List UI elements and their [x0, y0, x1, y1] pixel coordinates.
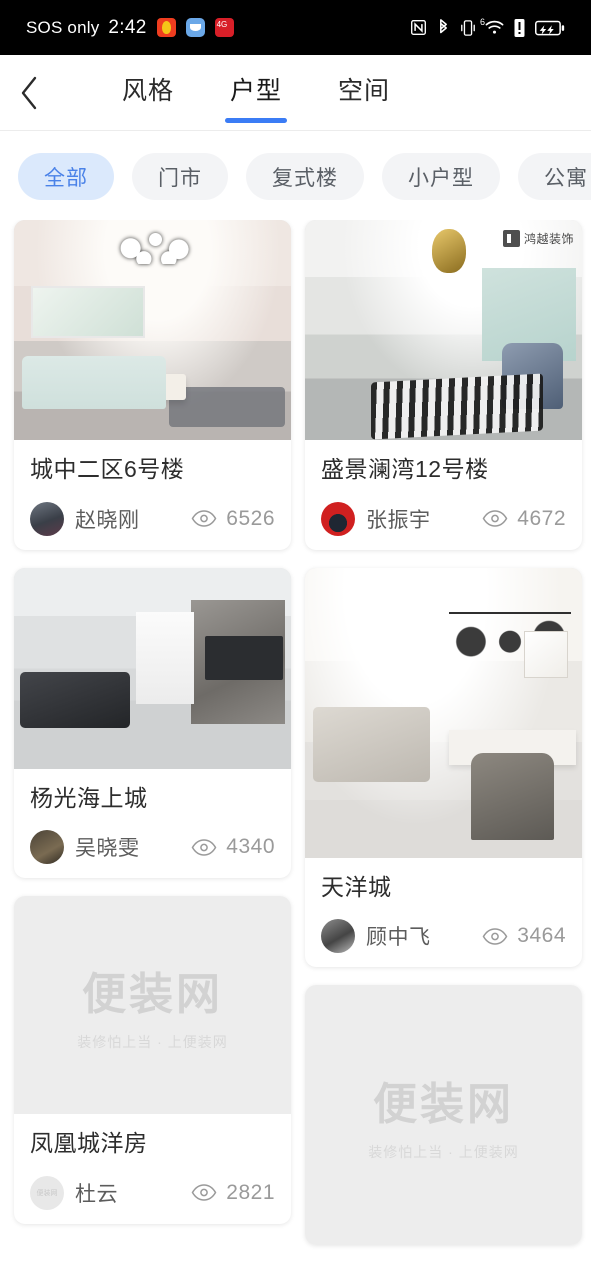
avatar	[321, 919, 355, 954]
case-title: 天洋城	[321, 873, 392, 900]
brand-mark-icon	[502, 230, 520, 247]
case-card[interactable]: 鸿越装饰 盛景澜湾12号楼 张振宇 4672	[305, 220, 582, 550]
wifi6-icon: 6	[480, 17, 504, 35]
case-title: 杨光海上城	[30, 784, 148, 811]
author-name: 张振宇	[366, 508, 431, 532]
vibrate-icon	[460, 19, 476, 37]
placeholder-logo-text: 便装网	[82, 969, 223, 1021]
case-feed[interactable]: 城中二区6号楼 赵晓刚 6526 杨光海上城 吴晓雯 4340 便装网 装修怕上…	[0, 220, 591, 1280]
author-name: 吴晓雯	[75, 837, 140, 861]
case-card[interactable]: 便装网 装修怕上当 · 上便装网	[305, 985, 582, 1246]
status-bar-left: SOS only 2:42	[26, 17, 234, 39]
view-count: 6526	[191, 507, 275, 531]
case-card-body: 城中二区6号楼 赵晓刚 6526	[14, 440, 291, 550]
eye-icon	[191, 1184, 217, 1202]
case-thumbnail[interactable]	[14, 567, 291, 769]
placeholder-slogan: 装修怕上当 · 上便装网	[368, 1144, 519, 1161]
case-meta: 张振宇 4672	[321, 501, 566, 536]
placeholder-logo-text: 便装网	[373, 1079, 514, 1131]
case-card-body: 凤凰城洋房 杜云 2821	[14, 1114, 291, 1224]
case-thumbnail[interactable]	[14, 220, 291, 440]
tab-style[interactable]: 风格	[122, 79, 174, 106]
view-count-value: 6526	[226, 506, 275, 530]
case-meta: 吴晓雯 4340	[30, 830, 275, 865]
author-name: 赵晓刚	[75, 508, 140, 532]
filter-chip-row: 全部 门市 复式楼 小户型 公寓	[0, 131, 591, 220]
case-card[interactable]: 城中二区6号楼 赵晓刚 6526	[14, 220, 291, 550]
case-author[interactable]: 吴晓雯	[30, 830, 140, 865]
avatar	[30, 830, 64, 865]
eye-icon	[482, 927, 508, 945]
case-meta: 赵晓刚 6526	[30, 501, 275, 536]
view-count-value: 2821	[226, 1180, 275, 1204]
case-author[interactable]: 顾中飞	[321, 919, 431, 954]
case-thumbnail[interactable]	[305, 567, 582, 858]
view-count: 2821	[191, 1181, 275, 1205]
eye-icon	[482, 510, 508, 527]
tab-bar: 风格 户型 空间	[122, 79, 390, 106]
case-thumbnail-placeholder[interactable]: 便装网 装修怕上当 · 上便装网	[14, 896, 291, 1115]
case-card[interactable]: 杨光海上城 吴晓雯 4340	[14, 567, 291, 879]
case-card[interactable]: 便装网 装修怕上当 · 上便装网 凤凰城洋房 杜云 2821	[14, 896, 291, 1224]
clock-label: 2:42	[108, 16, 147, 38]
filter-chip-small-unit[interactable]: 小户型	[382, 153, 500, 200]
photo-watermark: 鸿越装饰	[502, 230, 574, 247]
avatar	[30, 501, 64, 536]
view-count-value: 4340	[226, 835, 275, 859]
eye-icon	[191, 510, 217, 527]
avatar	[30, 1175, 64, 1210]
feed-column-left: 城中二区6号楼 赵晓刚 6526 杨光海上城 吴晓雯 4340 便装网 装修怕上…	[14, 220, 291, 1242]
view-count: 4340	[191, 835, 275, 859]
author-name: 顾中飞	[366, 926, 431, 950]
nfc-icon	[410, 19, 427, 36]
case-thumbnail[interactable]: 鸿越装饰	[305, 220, 582, 440]
status-bar-right: 6	[410, 17, 565, 37]
feed-column-right: 鸿越装饰 盛景澜湾12号楼 张振宇 4672 天洋城 顾中飞 3464 便装网 …	[305, 220, 582, 1263]
case-title: 凤凰城洋房	[30, 1130, 148, 1157]
4g-badge-icon	[214, 18, 234, 37]
case-title: 城中二区6号楼	[30, 456, 185, 482]
carrier-label: SOS only	[26, 17, 100, 37]
app-header: 风格 户型 空间	[0, 55, 591, 131]
filter-chip-duplex[interactable]: 复式楼	[246, 153, 364, 200]
tab-layout[interactable]: 户型	[230, 79, 282, 106]
battery-charging-icon	[535, 20, 565, 36]
case-meta: 杜云 2821	[30, 1175, 275, 1210]
avatar	[321, 501, 355, 536]
case-title: 盛景澜湾12号楼	[321, 456, 489, 482]
view-count-value: 4672	[517, 506, 566, 530]
author-name: 杜云	[75, 1182, 118, 1206]
case-card-body: 杨光海上城 吴晓雯 4340	[14, 769, 291, 879]
view-count: 4672	[482, 507, 566, 531]
view-count-value: 3464	[517, 924, 566, 948]
status-bar: SOS only 2:42 6	[0, 0, 591, 55]
case-card[interactable]: 天洋城 顾中飞 3464	[305, 567, 582, 968]
filter-chip-all[interactable]: 全部	[18, 153, 114, 200]
alert-icon	[513, 18, 526, 37]
photo-watermark-text: 鸿越装饰	[523, 232, 574, 246]
case-card-body: 天洋城 顾中飞 3464	[305, 858, 582, 968]
case-thumbnail-placeholder[interactable]: 便装网 装修怕上当 · 上便装网	[305, 985, 582, 1246]
filter-chip-storefront[interactable]: 门市	[132, 153, 228, 200]
back-button[interactable]	[0, 55, 58, 131]
case-author[interactable]: 杜云	[30, 1175, 118, 1210]
view-count: 3464	[482, 924, 566, 948]
app-badge-icon	[185, 18, 205, 37]
filter-chip-apartment[interactable]: 公寓	[518, 153, 591, 200]
case-meta: 顾中飞 3464	[321, 919, 566, 954]
chevron-left-icon	[19, 76, 39, 110]
case-author[interactable]: 赵晓刚	[30, 501, 140, 536]
case-card-body: 盛景澜湾12号楼 张振宇 4672	[305, 440, 582, 550]
eye-icon	[191, 838, 217, 856]
tab-space[interactable]: 空间	[338, 79, 390, 106]
qq-badge-icon	[156, 18, 176, 37]
case-author[interactable]: 张振宇	[321, 501, 431, 536]
placeholder-slogan: 装修怕上当 · 上便装网	[77, 1034, 228, 1051]
bluetooth-icon	[436, 18, 451, 37]
